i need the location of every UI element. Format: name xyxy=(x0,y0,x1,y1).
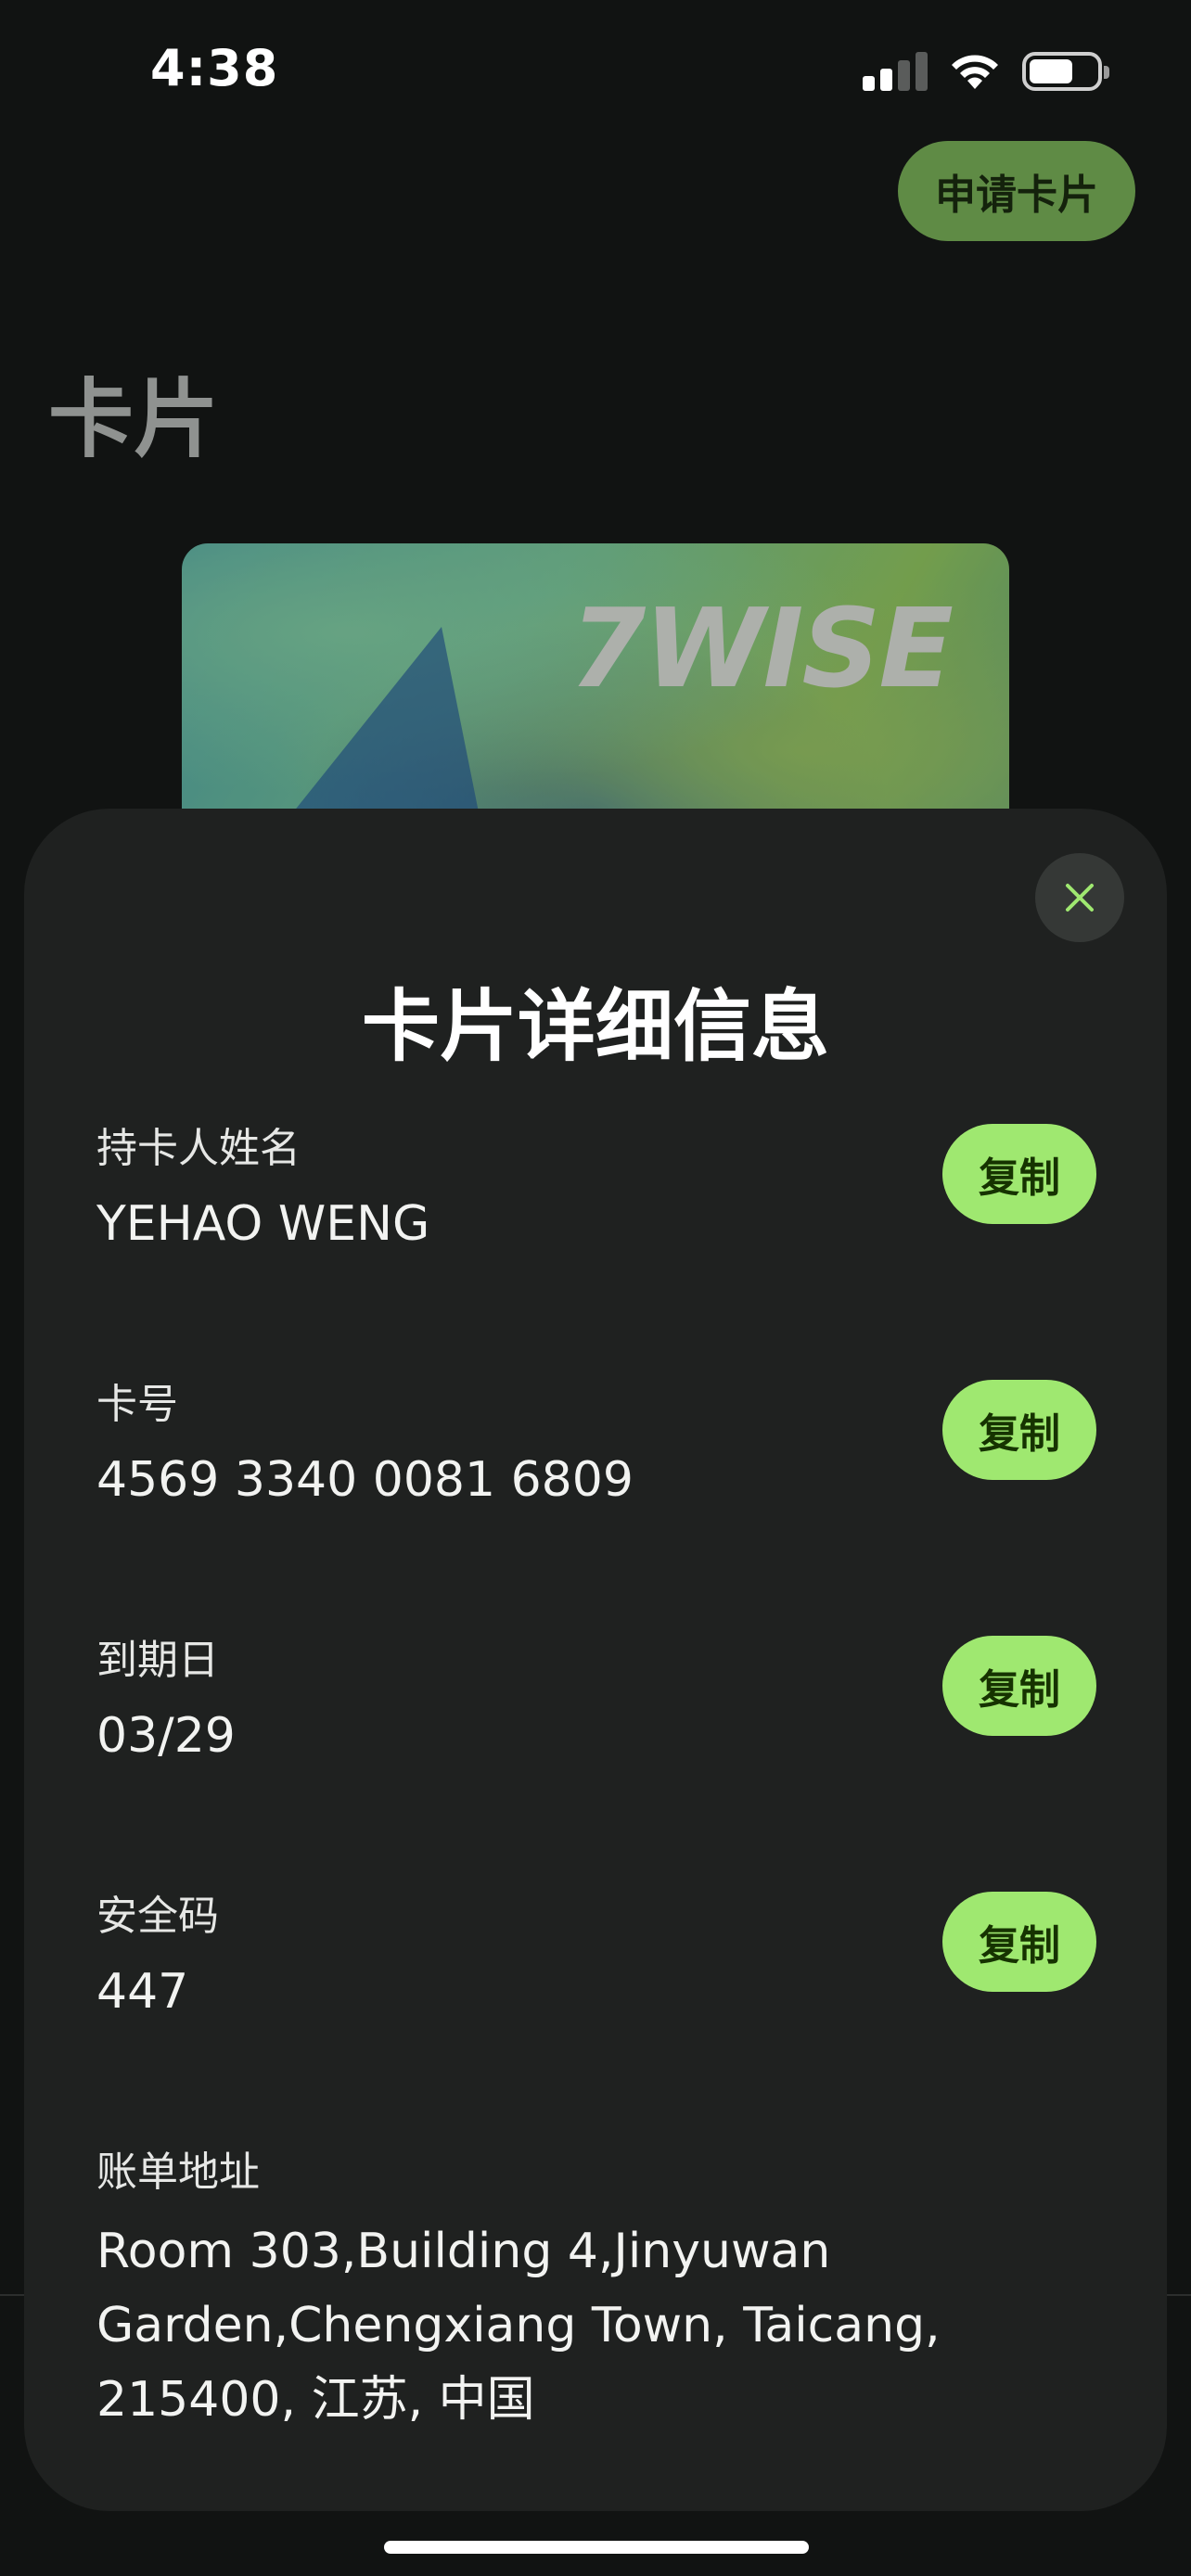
status-icons xyxy=(863,45,1109,91)
battery-icon xyxy=(1022,52,1109,91)
copy-security-code-button[interactable]: 复制 xyxy=(942,1892,1096,1992)
wifi-icon xyxy=(952,55,998,89)
card-artwork xyxy=(293,627,479,812)
wise-logo: 7WISE xyxy=(570,584,954,712)
copy-card-number-button[interactable]: 复制 xyxy=(942,1380,1096,1480)
close-button[interactable] xyxy=(1035,853,1124,942)
billing-address-line: Room 303,Building 4,Jinyuwan xyxy=(96,2224,831,2279)
card-number-label: 卡号 xyxy=(96,1381,178,1428)
billing-address-line: 215400, 江苏, 中国 xyxy=(96,2372,535,2428)
apply-card-button[interactable]: 申请卡片 xyxy=(898,141,1135,241)
expiry-date-label: 到期日 xyxy=(96,1637,219,1684)
divider xyxy=(1167,2294,1191,2296)
cardholder-name-value: YEHAO WENG xyxy=(96,1196,430,1252)
status-time: 4:38 xyxy=(150,39,279,97)
copy-cardholder-name-button[interactable]: 复制 xyxy=(942,1124,1096,1224)
close-icon xyxy=(1066,884,1094,912)
card-image[interactable]: 7WISE xyxy=(182,543,1009,840)
security-code-value: 447 xyxy=(96,1964,189,2020)
cardholder-name-label: 持卡人姓名 xyxy=(96,1125,301,1172)
page-title: 卡片 xyxy=(48,370,220,469)
card-details-screen: 4:38 申请卡片 卡片 7WISE 卡片详细信息 持卡人姓名 YEHAO WE… xyxy=(0,0,1191,2576)
billing-address-label: 账单地址 xyxy=(96,2149,260,2196)
divider xyxy=(0,2294,24,2296)
home-indicator[interactable] xyxy=(384,2541,809,2554)
billing-address-value: Room 303,Building 4,Jinyuwan Garden,Chen… xyxy=(96,2214,1043,2437)
security-code-label: 安全码 xyxy=(96,1893,219,1940)
copy-expiry-date-button[interactable]: 复制 xyxy=(942,1636,1096,1736)
billing-address-line: Garden,Chengxiang Town, Taicang, xyxy=(96,2298,941,2353)
sheet-title: 卡片详细信息 xyxy=(361,981,829,1072)
cellular-signal-icon xyxy=(863,48,928,91)
card-number-value: 4569 3340 0081 6809 xyxy=(96,1452,634,1508)
expiry-date-value: 03/29 xyxy=(96,1708,236,1764)
